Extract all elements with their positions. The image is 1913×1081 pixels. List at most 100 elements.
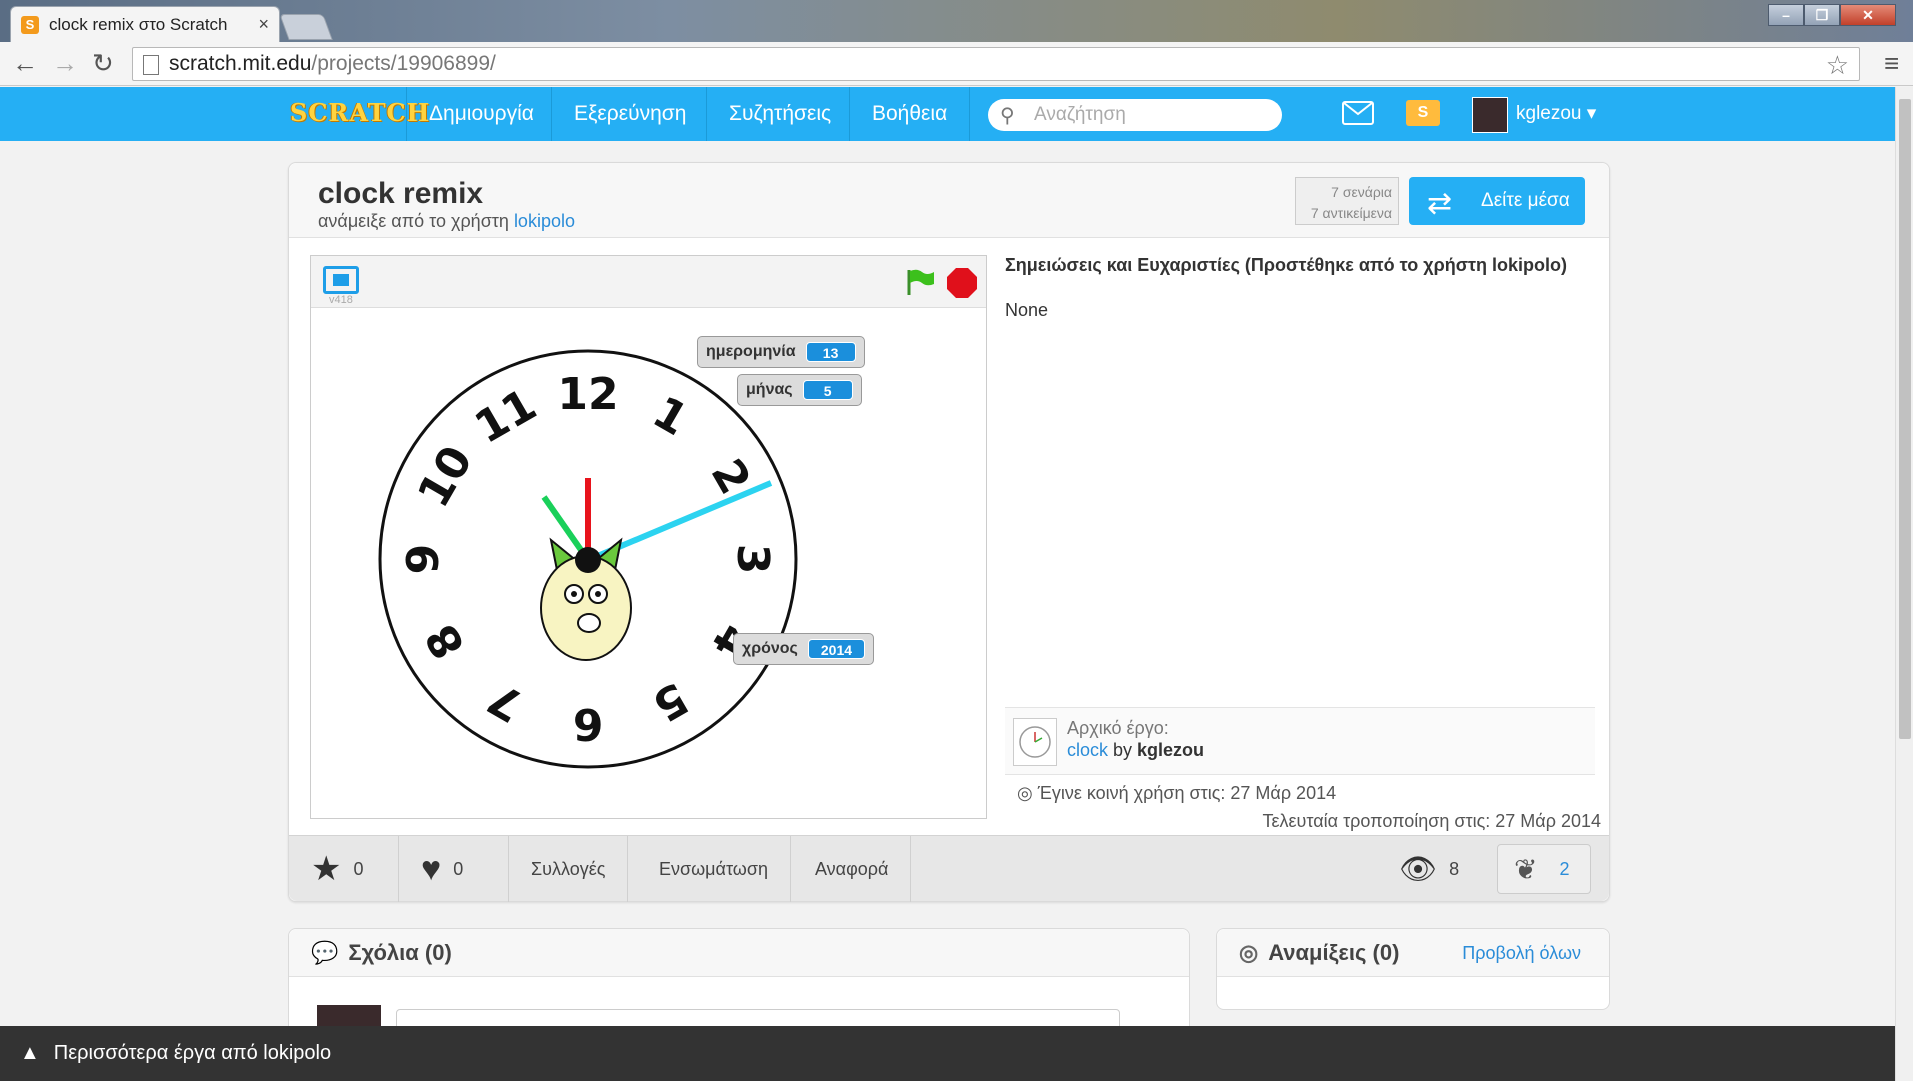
scratch-logo[interactable]: SCRATCH [290, 98, 429, 128]
remix-tree-icon: ❦ [1514, 853, 1538, 885]
monitor-date-value: 13 [805, 342, 856, 362]
back-icon[interactable]: ← [12, 50, 38, 76]
original-project-line: clock by kglezou [1067, 740, 1204, 761]
collections-button[interactable]: Συλλογές [509, 836, 629, 902]
sprites-count: 7 αντικείμενα [1310, 205, 1392, 221]
heart-icon: ♥ [421, 850, 442, 888]
page-icon [143, 55, 159, 75]
nav-create[interactable]: Δημιουργία [406, 87, 556, 141]
clock-number-6: 6 [573, 698, 604, 749]
scratch-header: SCRATCH Δημιουργία Εξερεύνηση Συζητήσεις… [0, 87, 1895, 141]
search-icon: ⚲ [1000, 105, 1015, 127]
remixes-title: Αναμίξεις (0) [1268, 939, 1400, 965]
address-bar[interactable]: scratch.mit.edu/projects/19906899/ ☆ [132, 47, 1860, 81]
star-icon: ★ [311, 850, 342, 888]
project-stats: 7 σενάρια 7 αντικείμενα [1295, 177, 1399, 225]
nav-help[interactable]: Βοήθεια [849, 87, 971, 141]
eye-icon: 👁 [1399, 852, 1438, 886]
monitor-year: χρόνος 2014 [733, 633, 875, 665]
embed-button[interactable]: Ενσωμάτωση [637, 836, 791, 902]
project-panel: clock remix ανάμειξε από το χρήστη lokip… [288, 162, 1610, 902]
remix-author-link[interactable]: lokipolo [514, 211, 575, 231]
search-input[interactable]: ⚲ Αναζήτηση [988, 99, 1282, 131]
stop-sign-icon[interactable] [947, 268, 977, 298]
project-title: clock remix [318, 177, 484, 210]
view-all-link[interactable]: Προβολή όλων [1462, 943, 1581, 964]
monitor-date: ημερομηνία 13 [697, 336, 865, 368]
project-header: clock remix ανάμειξε από το χρήστη lokip… [289, 163, 1609, 238]
clock-number-12: 12 [557, 369, 618, 420]
more-projects-label: Περισσότερα έργα από lokipolo [53, 1042, 332, 1064]
clock-icon: ◎ [1017, 783, 1033, 803]
favorite-count: 0 [353, 859, 364, 879]
page-scrollbar[interactable] [1895, 87, 1913, 1081]
remix-tree-button[interactable]: ❦ 2 [1497, 844, 1591, 894]
url-domain: scratch.mit.edu [169, 52, 312, 75]
search-placeholder: Αναζήτηση [1034, 104, 1126, 125]
monitor-year-label: χρόνος [742, 640, 798, 657]
remixes-header: ◎ Αναμίξεις (0) Προβολή όλων [1217, 929, 1609, 977]
clock-sprite: 12 1234567891011 [378, 349, 798, 769]
remix-credit-prefix: ανάμειξε από το χρήστη [318, 211, 514, 231]
window-close-icon[interactable]: ✕ [1840, 4, 1896, 26]
original-project-link[interactable]: clock [1067, 740, 1108, 760]
messages-icon[interactable] [1342, 101, 1374, 125]
comment-bubble-icon: 💬 [311, 939, 339, 965]
browser-tab[interactable]: S clock remix στο Scratch × [10, 6, 280, 42]
love-button[interactable]: ♥ 0 [399, 836, 509, 902]
scripts-count: 7 σενάρια [1331, 184, 1392, 200]
more-projects-bar[interactable]: ▲ Περισσότερα έργα από lokipolo [0, 1026, 1895, 1081]
player-controls: v418 [311, 256, 986, 308]
views-number: 8 [1449, 858, 1460, 879]
report-button[interactable]: Αναφορά [793, 836, 912, 902]
remix-spiral-icon: ◎ [1239, 939, 1259, 965]
remixes-box: ◎ Αναμίξεις (0) Προβολή όλων [1216, 928, 1610, 1010]
chrome-menu-icon[interactable]: ≡ [1884, 50, 1899, 76]
my-stuff-icon[interactable]: S [1406, 100, 1440, 126]
notes-body: None [1005, 300, 1049, 320]
new-tab-button[interactable] [279, 14, 333, 40]
nav-explore[interactable]: Εξερεύνηση [551, 87, 708, 141]
shared-date-text: Έγινε κοινή χρήση στις: 27 Μάρ 2014 [1037, 783, 1337, 803]
reload-icon[interactable]: ↻ [92, 50, 114, 76]
action-bar: ★ 0 ♥ 0 Συλλογές Ενσωμάτωση Αναφορά 👁 8 … [289, 835, 1609, 902]
project-player: v418 12 1 2 3 4 5 6 7 8 9 10 11 ημερομην… [310, 255, 987, 819]
monitor-year-value: 2014 [807, 639, 866, 659]
scratch-favicon-icon: S [21, 15, 39, 34]
triangle-up-icon: ▲ [20, 1042, 40, 1064]
tab-close-icon[interactable]: × [258, 14, 269, 35]
clock-number-9: 9 [398, 544, 449, 575]
monitor-month-label: μήνας [746, 381, 793, 398]
player-version: v418 [329, 294, 353, 306]
bookmark-star-icon[interactable]: ☆ [1826, 50, 1849, 81]
see-inside-button[interactable]: ⇄ Δείτε μέσα [1409, 177, 1585, 225]
monitor-month: μήνας 5 [737, 374, 862, 406]
remix-arrows-icon: ⇄ [1427, 187, 1453, 220]
nav-discuss[interactable]: Συζητήσεις [706, 87, 853, 141]
username-menu[interactable]: kglezou ▾ [1516, 87, 1596, 141]
favorite-button[interactable]: ★ 0 [289, 836, 399, 902]
original-by: by [1108, 740, 1138, 760]
browser-toolbar: ← → ↻ scratch.mit.edu/projects/19906899/… [0, 42, 1913, 86]
tab-title: clock remix στο Scratch [49, 14, 228, 34]
clock-number-3: 3 [727, 544, 778, 575]
comments-header: 💬 Σχόλια (0) [289, 929, 1189, 977]
shared-date: ◎ Έγινε κοινή χρήση στις: 27 Μάρ 2014 [1017, 783, 1336, 804]
minimize-icon[interactable]: – [1768, 4, 1804, 26]
green-flag-icon[interactable] [905, 268, 935, 296]
remix-count-number: 2 [1559, 858, 1570, 879]
original-project-box: Αρχικό έργο: clock by kglezou [1005, 707, 1595, 775]
scrollbar-thumb[interactable] [1899, 99, 1911, 739]
love-count: 0 [453, 859, 464, 879]
original-author-link[interactable]: kglezou [1137, 740, 1204, 760]
stage[interactable]: 121234567891011 ημερομηνία 13 [311, 308, 986, 818]
comments-title: Σχόλια (0) [348, 939, 452, 965]
notes-title: Σημειώσεις και Ευχαριστίες (Προστέθηκε α… [1005, 255, 1568, 275]
maximize-icon[interactable]: ❐ [1804, 4, 1840, 26]
avatar[interactable] [1472, 97, 1508, 133]
views-count: 👁 8 [1399, 836, 1459, 902]
original-project-thumbnail[interactable] [1013, 718, 1057, 766]
forward-icon[interactable]: → [52, 50, 78, 76]
fullscreen-icon[interactable] [323, 266, 359, 294]
monitor-month-value: 5 [802, 380, 853, 400]
